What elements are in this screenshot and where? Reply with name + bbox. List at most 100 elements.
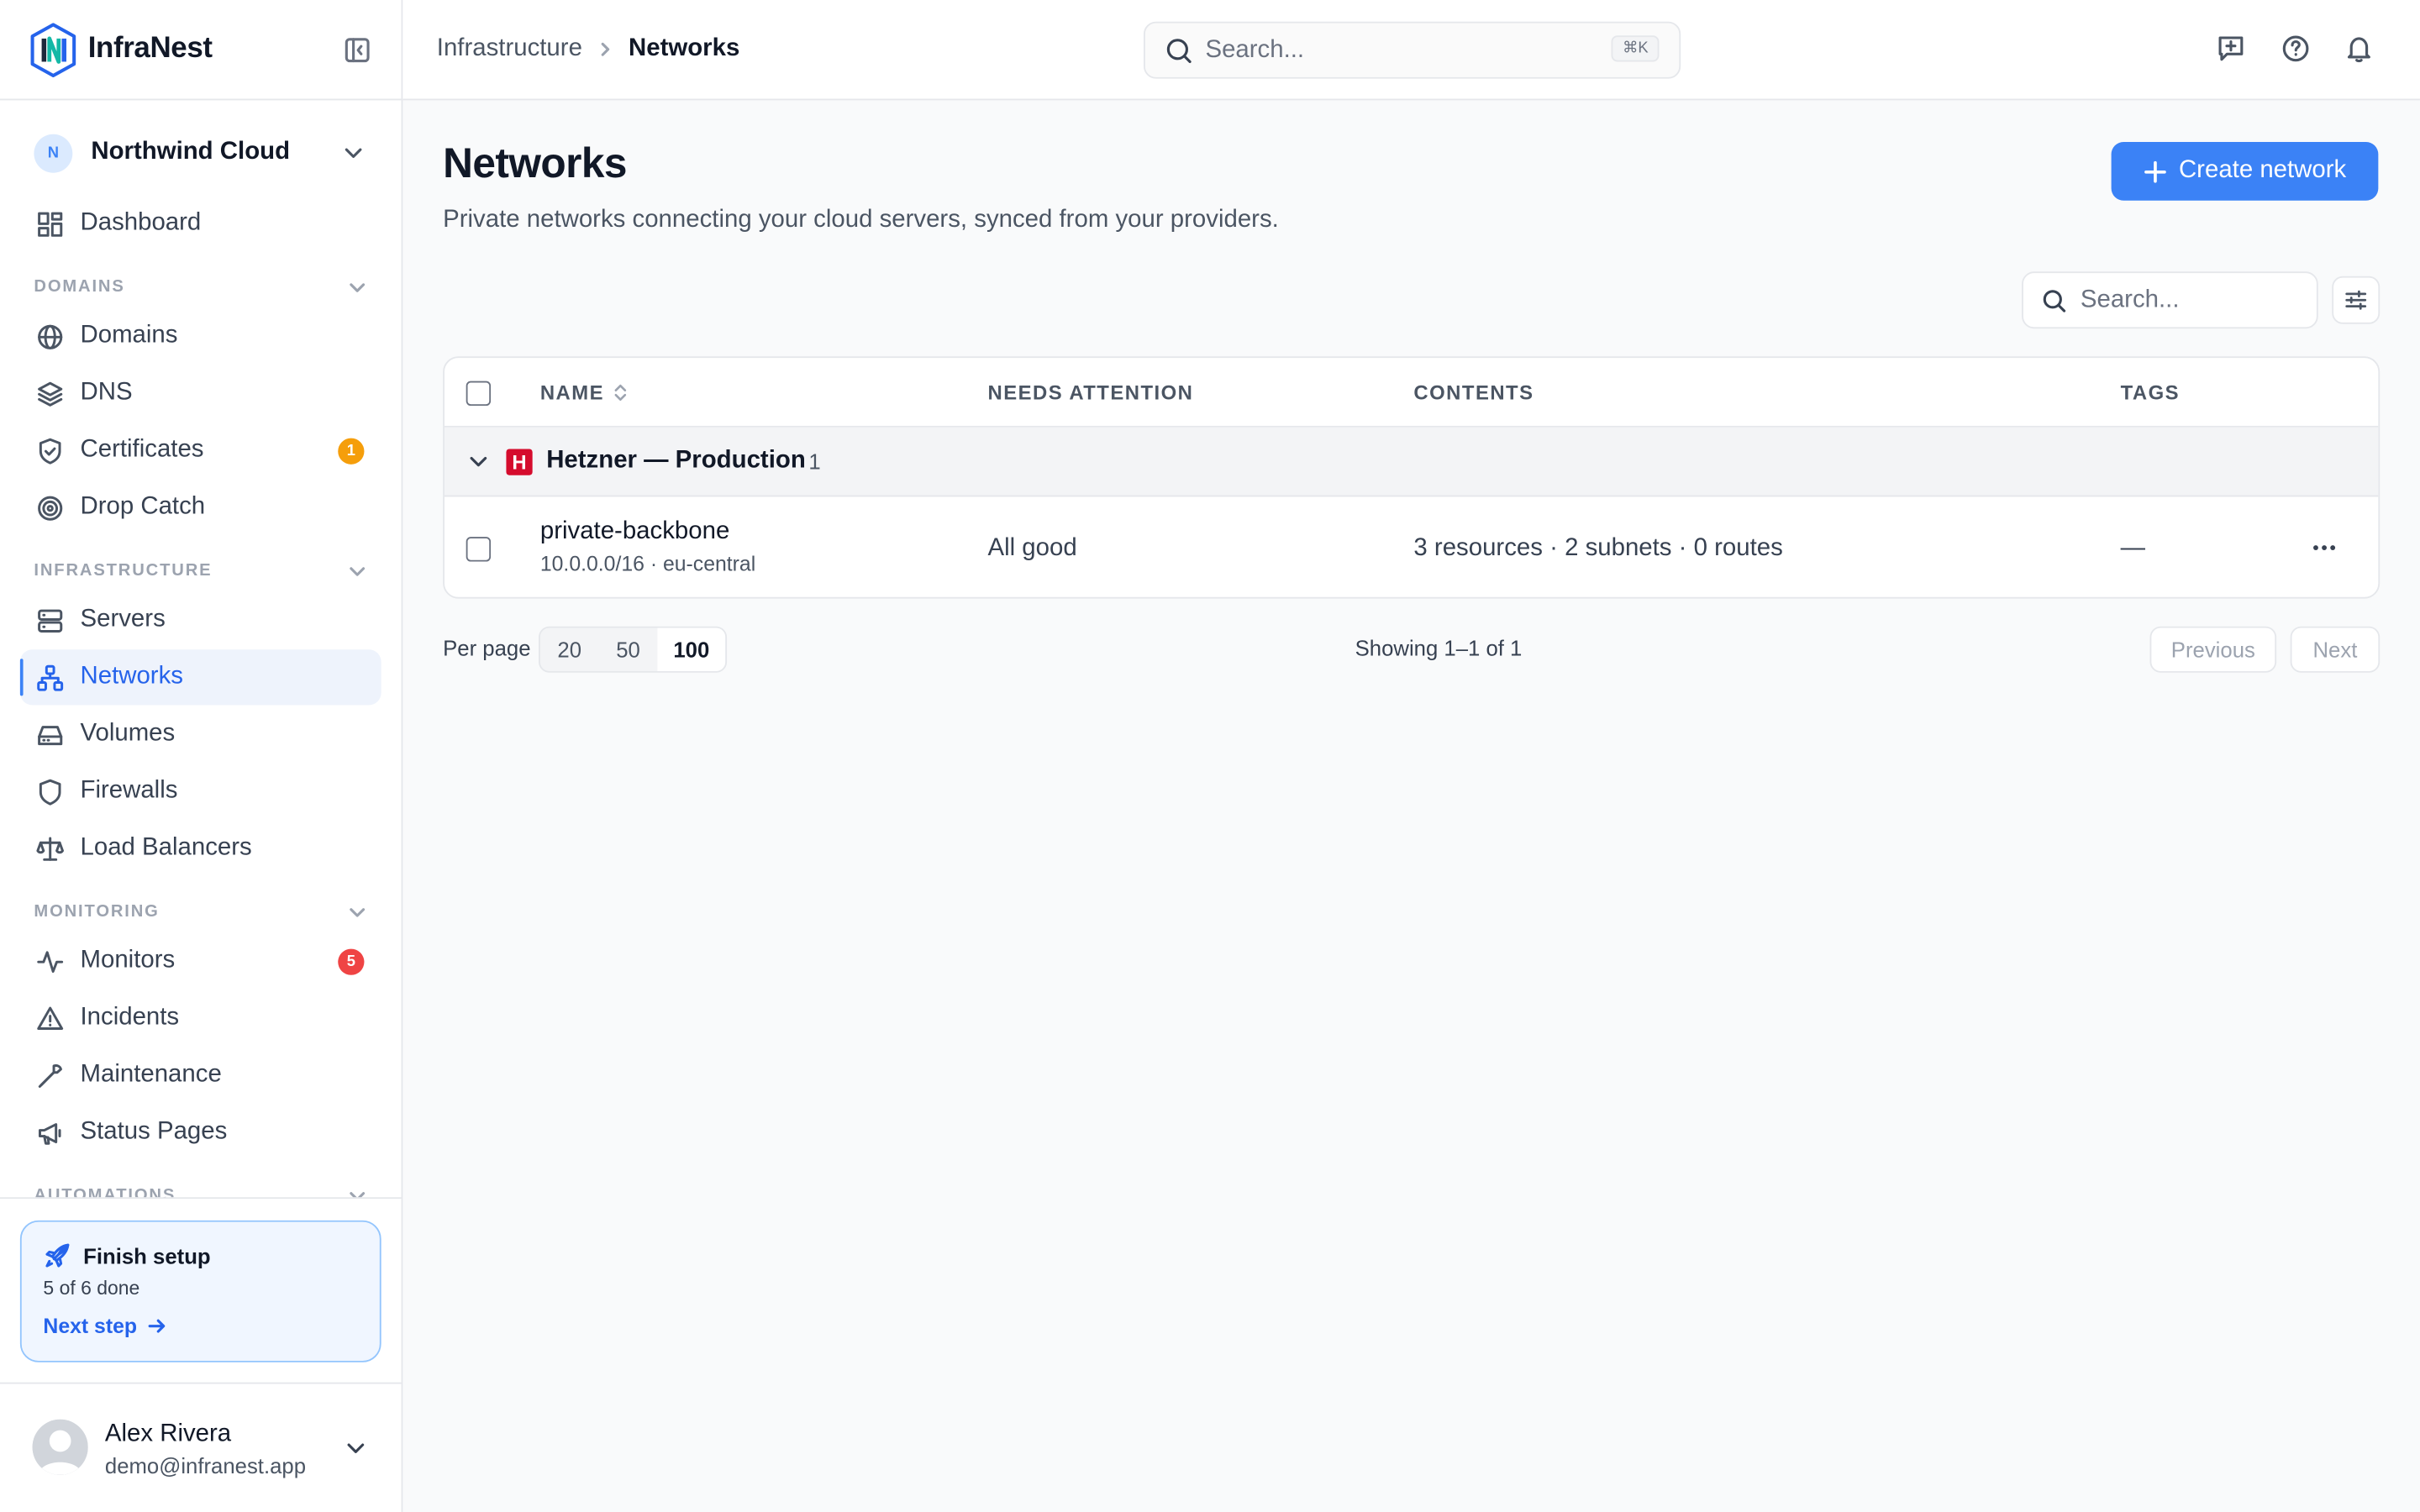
sidebar-item-maintenance[interactable]: Maintenance [20, 1047, 381, 1103]
create-network-label: Create network [2178, 157, 2347, 184]
next-page-button[interactable]: Next [2290, 626, 2381, 673]
brand: InfraNest [0, 0, 402, 101]
per-page-option-100[interactable]: 100 [657, 627, 726, 671]
table-search-placeholder: Search... [2080, 286, 2180, 312]
chevron-down-icon[interactable] [468, 450, 490, 472]
needs-attention-value: All good [987, 535, 1077, 562]
sidebar-item-label: Monitors [80, 947, 176, 974]
org-avatar: N [34, 133, 73, 172]
sidebar-item-firewalls[interactable]: Firewalls [20, 764, 381, 819]
finish-setup-card[interactable]: Finish setup 5 of 6 done Next step [19, 1220, 381, 1362]
sidebar-item-load-balancers[interactable]: Load Balancers [20, 821, 381, 876]
per-page-option-50[interactable]: 50 [599, 628, 658, 671]
sidebar-item-monitors[interactable]: Monitors 5 [20, 933, 381, 989]
table-header: NAME NEEDS ATTENTION CONTENTS TAGS [444, 358, 2379, 428]
row-checkbox[interactable] [466, 537, 492, 562]
megaphone-icon [38, 1122, 61, 1144]
infranest-logo-icon [28, 21, 79, 78]
setup-panel: Finish setup 5 of 6 done Next step [0, 1197, 402, 1383]
org-name: Northwind Cloud [91, 139, 291, 165]
arrow-right-icon [148, 1319, 165, 1333]
sidebar-item-networks[interactable]: Networks [19, 649, 381, 706]
brand-name: InfraNest [87, 32, 213, 66]
sidebar-item-label: Load Balancers [80, 834, 252, 861]
sidebar-item-volumes[interactable]: Volumes [20, 706, 381, 762]
sidebar-item-label: Volumes [80, 720, 176, 747]
user-menu[interactable]: Alex Rivera demo@infranest.app [0, 1382, 402, 1512]
sidebar-item-status-pages[interactable]: Status Pages [20, 1105, 381, 1160]
feedback-icon[interactable] [2217, 34, 2246, 63]
contents-value: 3 resources · 2 subnets · 0 routes [1413, 535, 1783, 562]
column-tags: TAGS [2120, 381, 2181, 405]
alert-triangle-icon [37, 1005, 64, 1030]
column-needs-attention: NEEDS ATTENTION [987, 381, 1194, 405]
next-step-link[interactable]: Next step [43, 1314, 166, 1338]
sidebar: InfraNest N Northwind Cloud Dashboard DO… [0, 0, 403, 1512]
networks-table: NAME NEEDS ATTENTION CONTENTS TAGS H Het… [443, 356, 2381, 599]
sliders-icon [2345, 290, 2367, 310]
sidebar-item-label: Domains [80, 322, 178, 349]
table-row[interactable]: private-backbone 10.0.0.0/16 · eu-centra… [445, 496, 2378, 596]
sidebar-item-label: Drop Catch [80, 493, 206, 520]
next-step-label: Next step [43, 1314, 138, 1338]
section-infrastructure[interactable]: INFRASTRUCTURE [34, 562, 370, 580]
search-placeholder: Search... [1205, 36, 1305, 63]
sidebar-item-drop-catch[interactable]: Drop Catch [20, 480, 381, 535]
section-monitoring[interactable]: MONITORING [34, 902, 370, 921]
sidebar-item-servers[interactable]: Servers [20, 592, 381, 648]
table-search-input[interactable]: Search... [2022, 271, 2318, 329]
sidebar-item-label: DNS [80, 379, 133, 407]
column-name[interactable]: NAME [540, 381, 629, 404]
tags-value: — [2120, 535, 2146, 562]
create-network-button[interactable]: Create network [2111, 141, 2379, 201]
sidebar-item-label: Certificates [80, 436, 204, 464]
global-search-input[interactable]: Search... ⌘K [1143, 21, 1681, 79]
hetzner-logo-icon: H [506, 449, 533, 475]
scale-icon [36, 836, 65, 860]
plus-icon [2144, 160, 2166, 182]
group-name: Hetzner — Production [546, 447, 806, 474]
help-icon[interactable] [2281, 34, 2311, 63]
page-subtitle: Private networks connecting your cloud s… [443, 207, 1279, 234]
sidebar-item-dns[interactable]: DNS [20, 365, 381, 421]
network-name[interactable]: private-backbone [540, 518, 729, 546]
chevron-down-icon [345, 1436, 368, 1460]
section-domains[interactable]: DOMAINS [34, 278, 370, 297]
select-all-checkbox[interactable] [466, 381, 492, 407]
sidebar-item-domains[interactable]: Domains [20, 308, 381, 364]
network-icon [37, 664, 64, 690]
topbar: Infrastructure Networks Search... ⌘K [402, 0, 2420, 101]
sidebar-collapse-icon[interactable] [345, 37, 371, 63]
sidebar-item-dashboard[interactable]: Dashboard [20, 196, 381, 251]
sidebar-item-label: Maintenance [80, 1061, 222, 1088]
per-page-selector: 20 50 100 [539, 626, 728, 673]
section-label: DOMAINS [34, 277, 125, 297]
provider-group[interactable]: H Hetzner — Production 1 [444, 427, 2379, 497]
previous-page-button[interactable]: Previous [2149, 626, 2277, 673]
shield-icon [39, 778, 61, 805]
layers-icon [38, 381, 63, 406]
filter-settings-button[interactable] [2332, 276, 2381, 324]
sidebar-item-label: Dashboard [80, 209, 202, 237]
wrench-icon [38, 1063, 62, 1088]
bell-icon[interactable] [2344, 34, 2374, 63]
sidebar-item-incidents[interactable]: Incidents [20, 990, 381, 1046]
sidebar-item-label: Servers [80, 606, 166, 633]
certificates-badge: 1 [338, 438, 365, 465]
section-label: INFRASTRUCTURE [34, 561, 213, 580]
per-page-option-20[interactable]: 20 [540, 628, 599, 671]
sidebar-item-certificates[interactable]: Certificates 1 [20, 423, 381, 478]
rocket-icon [43, 1242, 71, 1270]
sidebar-item-label: Incidents [80, 1004, 180, 1031]
avatar [32, 1419, 88, 1475]
org-switcher[interactable]: N Northwind Cloud [34, 133, 373, 173]
chevron-down-icon [347, 902, 367, 922]
setup-progress: 5 of 6 done [43, 1277, 140, 1299]
breadcrumb-infrastructure[interactable]: Infrastructure [437, 35, 582, 63]
monitors-badge: 5 [338, 948, 365, 975]
more-horizontal-icon[interactable] [2312, 543, 2336, 553]
chevron-right-icon [596, 40, 614, 59]
breadcrumb: Infrastructure Networks [437, 35, 740, 63]
column-contents: CONTENTS [1413, 381, 1534, 405]
globe-icon [38, 323, 63, 349]
